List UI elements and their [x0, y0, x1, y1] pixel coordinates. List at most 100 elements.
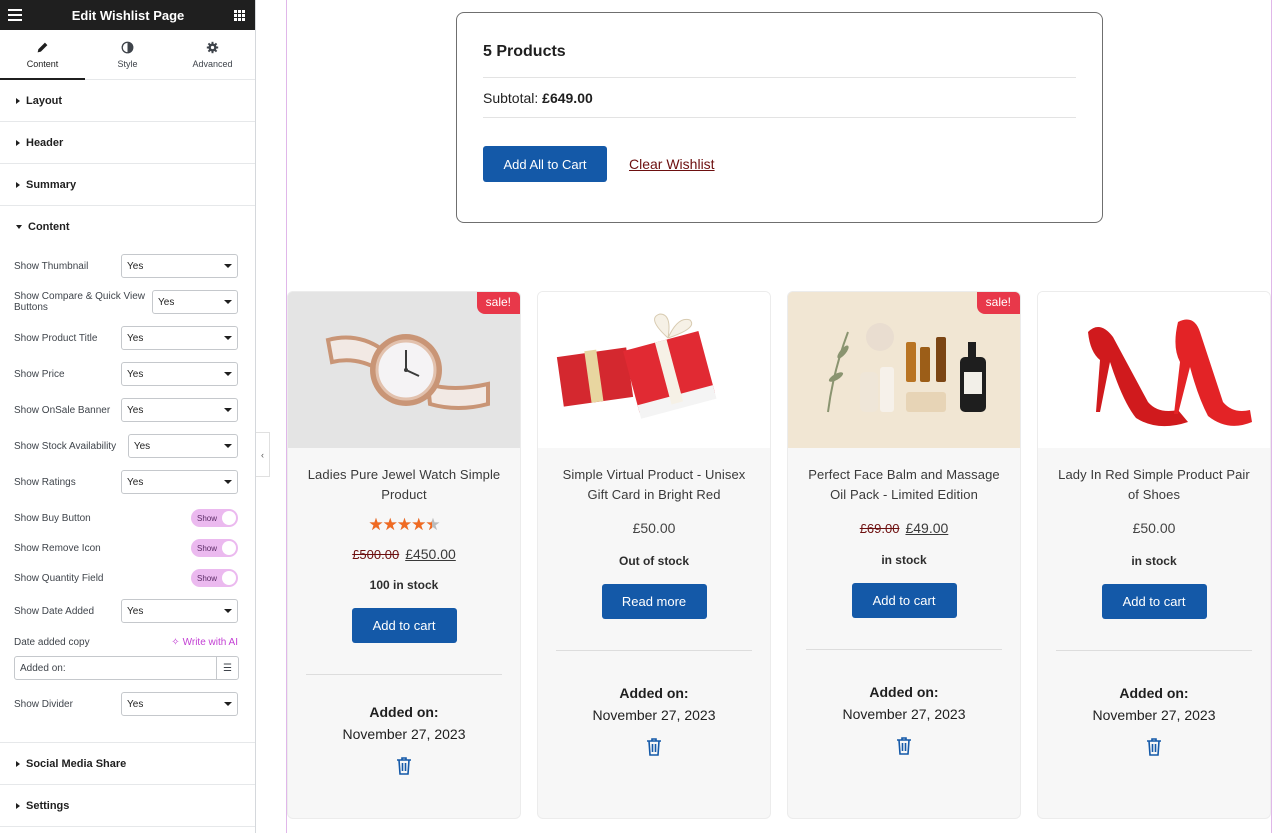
section-content[interactable]: Content	[0, 206, 255, 248]
control-show-title: Show Product Title Yes	[14, 326, 238, 350]
product-thumbnail[interactable]: sale!	[788, 292, 1020, 448]
product-price: £50.00	[632, 520, 676, 536]
select-value: Yes	[127, 605, 144, 617]
chevron-left-icon: ‹	[261, 449, 264, 460]
section-header[interactable]: Header	[0, 122, 255, 164]
add-to-cart-button[interactable]: Add to cart	[1101, 584, 1207, 619]
product-title[interactable]: Ladies Pure Jewel Watch Simple Product	[288, 465, 520, 505]
control-label: Show Ratings	[14, 476, 76, 488]
show-thumbnail-select[interactable]: Yes	[121, 254, 238, 278]
show-qty-toggle[interactable]: Show	[191, 569, 238, 587]
add-to-cart-button[interactable]: Add to cart	[851, 583, 957, 618]
summary-actions: Add All to Cart Clear Wishlist	[483, 146, 1076, 182]
show-compare-select[interactable]: Yes	[152, 290, 238, 314]
divider	[1056, 650, 1252, 651]
added-on-label: Added on:	[1119, 685, 1189, 701]
dropdown-arrow-icon	[224, 444, 232, 448]
dropdown-arrow-icon	[224, 264, 232, 268]
section-social-label: Social Media Share	[26, 757, 127, 770]
sale-badge: sale!	[476, 292, 520, 314]
control-label: Show Thumbnail	[14, 260, 89, 272]
trash-icon[interactable]	[646, 737, 662, 757]
subtotal: Subtotal: £649.00	[483, 90, 1076, 106]
sparkle-icon: ✧	[171, 636, 180, 648]
dynamic-tags-icon[interactable]: ☰	[216, 657, 238, 679]
widgets-grid-icon[interactable]	[233, 9, 245, 21]
tab-style-label: Style	[117, 58, 138, 69]
section-summary-label: Summary	[26, 178, 77, 191]
date-copy-input[interactable]: Added on: ☰	[14, 656, 239, 680]
show-price-select[interactable]: Yes	[121, 362, 238, 386]
wishlist-card: sale! Perfect Face Balm and Massage Oil …	[787, 291, 1021, 819]
trash-icon[interactable]	[396, 756, 412, 776]
menu-icon[interactable]	[8, 9, 22, 21]
dropdown-arrow-icon	[224, 336, 232, 340]
show-buy-toggle[interactable]: Show	[191, 509, 238, 527]
control-show-date: Show Date Added Yes	[14, 599, 238, 623]
trash-icon[interactable]	[1146, 737, 1162, 757]
gear-icon	[206, 41, 219, 53]
star-filled-icons: ★★★★★	[368, 515, 432, 534]
trash-icon[interactable]	[896, 736, 912, 756]
section-settings[interactable]: Settings	[0, 785, 255, 827]
dropdown-arrow-icon	[224, 609, 232, 613]
section-summary[interactable]: Summary	[0, 164, 255, 206]
panel-title: Edit Wishlist Page	[71, 7, 185, 23]
tab-content[interactable]: Content	[0, 30, 85, 80]
product-title[interactable]: Perfect Face Balm and Massage Oil Pack -…	[788, 465, 1020, 505]
product-thumbnail[interactable]	[1038, 292, 1270, 448]
panel-tabs: Content Style Advanced	[0, 30, 255, 80]
caret-down-icon	[16, 225, 22, 229]
collapse-panel-button[interactable]: ‹	[256, 432, 270, 477]
tab-style[interactable]: Style	[85, 30, 170, 79]
subtotal-label: Subtotal:	[483, 90, 539, 106]
product-count: 5 Products	[483, 43, 566, 60]
stock-status: 100 in stock	[369, 578, 439, 592]
added-on-label: Added on:	[869, 684, 939, 700]
show-stock-select[interactable]: Yes	[127, 434, 238, 458]
show-divider-select[interactable]: Yes	[121, 692, 238, 716]
caret-right-icon	[16, 760, 20, 767]
content-controls: Show Thumbnail Yes Show Compare & Quick …	[0, 248, 255, 743]
add-to-cart-button[interactable]: Add to cart	[351, 608, 457, 643]
pencil-icon	[37, 42, 48, 52]
control-label: Date added copy	[14, 636, 90, 648]
control-show-thumbnail: Show Thumbnail Yes	[14, 254, 238, 278]
stock-status: in stock	[1131, 554, 1177, 568]
contrast-icon	[121, 41, 134, 53]
product-title[interactable]: Simple Virtual Product - Unisex Gift Car…	[538, 465, 770, 505]
section-layout-label: Layout	[26, 94, 63, 107]
sale-price: £450.00	[405, 546, 456, 562]
wishlist-card: Simple Virtual Product - Unisex Gift Car…	[537, 291, 771, 819]
tab-advanced-label: Advanced	[192, 58, 233, 69]
control-label: Show Remove Icon	[14, 542, 101, 554]
clear-wishlist-link[interactable]: Clear Wishlist	[629, 156, 715, 172]
show-title-select[interactable]: Yes	[121, 326, 238, 350]
product-thumbnail[interactable]: sale!	[288, 292, 520, 448]
dropdown-arrow-icon	[224, 300, 232, 304]
stock-status: in stock	[881, 553, 927, 567]
section-layout[interactable]: Layout	[0, 80, 255, 122]
show-ratings-select[interactable]: Yes	[121, 470, 238, 494]
show-onsale-select[interactable]: Yes	[121, 398, 238, 422]
section-header-label: Header	[26, 136, 64, 149]
select-value: Yes	[127, 476, 144, 488]
product-thumbnail[interactable]	[538, 292, 770, 448]
select-value: Yes	[127, 260, 144, 272]
wishlist-card: sale! Ladies Pure Jewel Watch Simple Pro…	[287, 291, 521, 819]
dropdown-arrow-icon	[224, 702, 232, 706]
control-show-buy: Show Buy Button Show	[14, 509, 238, 527]
add-all-to-cart-button[interactable]: Add All to Cart	[483, 146, 607, 182]
product-price: £50.00	[1132, 520, 1176, 536]
write-with-ai-button[interactable]: ✧ Write with AI	[171, 637, 238, 648]
control-show-divider: Show Divider Yes	[14, 692, 238, 716]
dropdown-arrow-icon	[224, 408, 232, 412]
product-title[interactable]: Lady In Red Simple Product Pair of Shoes	[1038, 465, 1270, 505]
tab-advanced[interactable]: Advanced	[170, 30, 255, 79]
section-social[interactable]: Social Media Share	[0, 743, 255, 785]
control-label: Show Product Title	[14, 332, 98, 344]
read-more-button[interactable]: Read more	[601, 584, 707, 619]
show-remove-toggle[interactable]: Show	[191, 539, 238, 557]
watch-image	[288, 292, 520, 448]
show-date-select[interactable]: Yes	[121, 599, 238, 623]
